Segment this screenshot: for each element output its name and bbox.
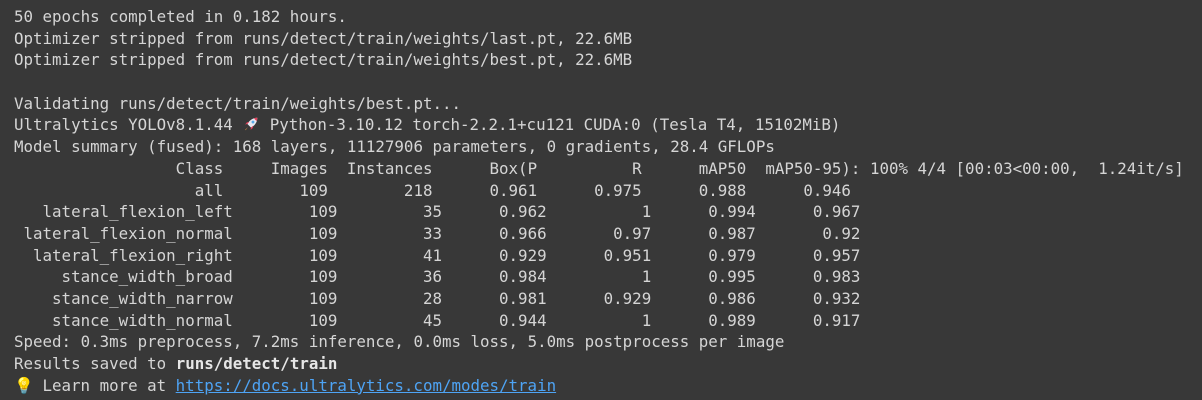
ultralytics-env-text: Python-3.10.12 torch-2.2.1+cu121 CUDA:0 … [260, 115, 841, 135]
epochs-completed-line: 50 epochs completed in 0.182 hours. [14, 7, 347, 26]
rocket-icon [245, 118, 258, 131]
validating-line: Validating runs/detect/train/weights/bes… [14, 93, 461, 113]
learn-more-line: 💡 Learn more at https://docs.ultralytics… [14, 375, 1202, 397]
lightbulb-icon: 💡 [14, 375, 34, 395]
speed-line: Speed: 0.3ms preprocess, 7.2ms inference… [14, 332, 785, 352]
optimizer-stripped-last-line: Optimizer stripped from runs/detect/trai… [14, 28, 633, 48]
table-row: stance_width_broad 109 36 0.984 1 0.995 … [14, 267, 861, 287]
results-saved-line: Results saved to runs/detect/train [14, 353, 1202, 375]
table-row: stance_width_narrow 109 28 0.981 0.929 0… [14, 288, 861, 308]
ultralytics-version-text: Ultralytics YOLOv8.1.44 [14, 115, 243, 135]
model-summary-line: Model summary (fused): 168 layers, 11127… [14, 137, 775, 157]
table-row: lateral_flexion_normal 109 33 0.966 0.97… [14, 223, 861, 243]
optimizer-stripped-best-line: Optimizer stripped from runs/detect/trai… [14, 50, 633, 70]
results-saved-text: Results saved to [14, 354, 176, 373]
metrics-table-header: Class Images Instances Box(P R mAP50 mAP… [14, 158, 1184, 178]
ultralytics-version-line: Ultralytics YOLOv8.1.44 Python-3.10.12 t… [14, 114, 1202, 136]
table-row: stance_width_normal 109 45 0.944 1 0.989… [14, 310, 861, 330]
learn-more-text: Learn more at [33, 375, 176, 395]
docs-link[interactable]: https://docs.ultralytics.com/modes/train [176, 376, 556, 395]
table-row: lateral_flexion_right 109 41 0.929 0.951… [14, 245, 861, 265]
results-path: runs/detect/train [175, 354, 338, 373]
table-row: lateral_flexion_left 109 35 0.962 1 0.99… [14, 202, 861, 222]
console-output: 50 epochs completed in 0.182 hours. Opti… [0, 0, 1202, 400]
table-row: all 109 218 0.961 0.975 0.988 0.946 [14, 180, 851, 200]
